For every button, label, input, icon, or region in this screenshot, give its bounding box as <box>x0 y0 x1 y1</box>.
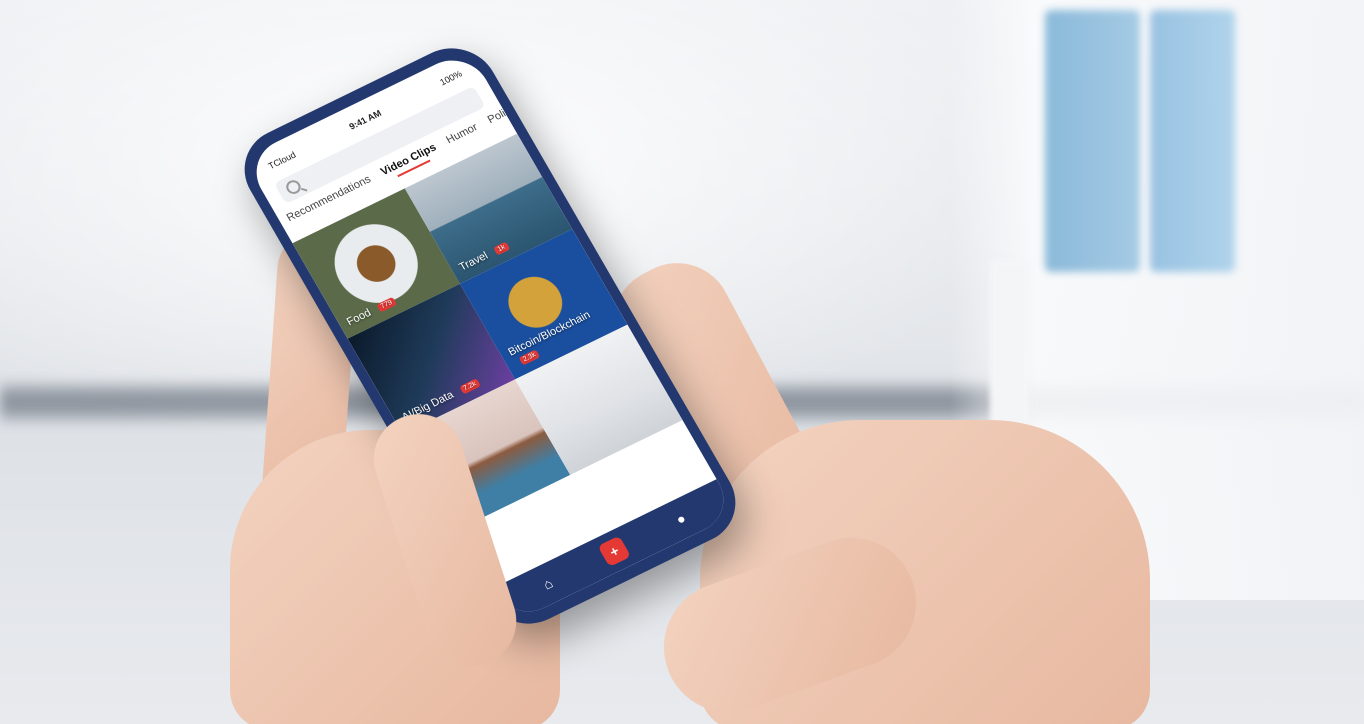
background-binder <box>1150 10 1235 272</box>
view-count-badge: 779 <box>376 296 397 313</box>
view-count-badge: 1k <box>493 241 510 256</box>
tab-politics[interactable]: Politics <box>486 100 523 126</box>
tile-title: Travel <box>457 249 491 274</box>
tab-humor[interactable]: Humor <box>444 121 480 146</box>
search-icon <box>283 177 304 197</box>
battery-label: 100% <box>438 68 464 88</box>
background-scene: TCloud 9:41 AM 100% Recommendations Vide… <box>0 0 1364 724</box>
background-binder <box>1045 10 1140 272</box>
add-icon[interactable]: + <box>597 535 632 567</box>
tile-title: Food <box>344 306 374 329</box>
view-count-badge: 7.2k <box>458 377 481 395</box>
profile-icon[interactable]: ● <box>666 505 696 532</box>
home-icon[interactable]: ⌂ <box>533 570 563 597</box>
